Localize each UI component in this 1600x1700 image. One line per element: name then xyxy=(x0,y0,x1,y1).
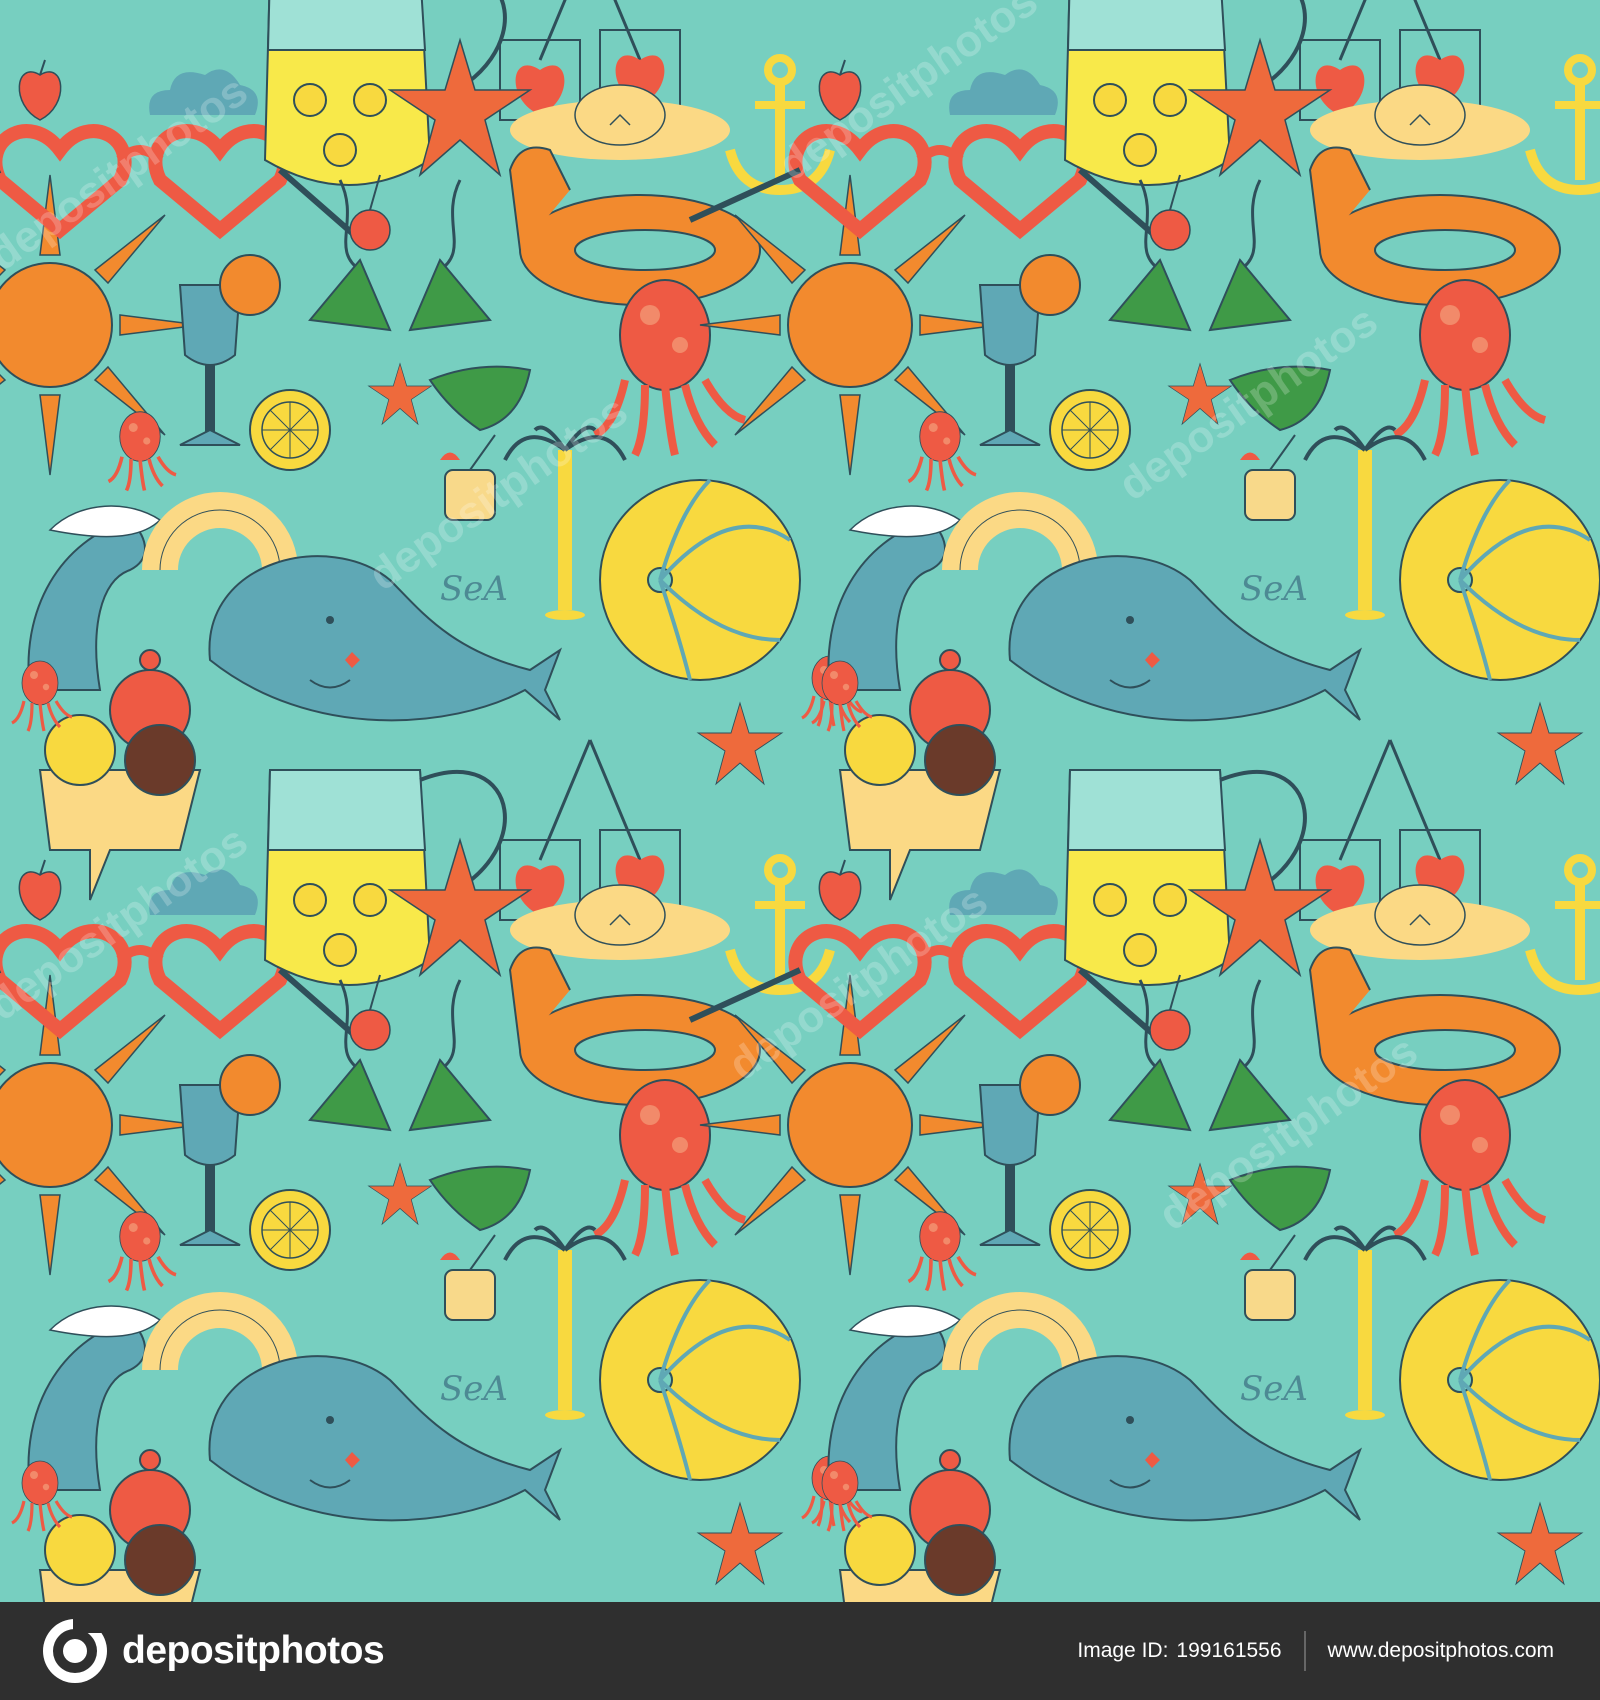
depositphotos-logo-icon xyxy=(43,1619,107,1683)
footer-info: Image ID: 199161556 www.depositphotos.co… xyxy=(1077,1631,1554,1671)
whale-text: SeA xyxy=(1240,569,1308,609)
footer-divider xyxy=(1303,1631,1306,1671)
image-id-value: 199161556 xyxy=(1176,1639,1282,1662)
site-url-link[interactable]: www.depositphotos.com xyxy=(1328,1639,1554,1663)
summer-pattern: SeA SeA SeA SeA xyxy=(0,0,1600,1602)
whale-text: SeA xyxy=(1240,1369,1308,1409)
image-id-label: Image ID: xyxy=(1077,1639,1169,1662)
brand[interactable]: depositphotos xyxy=(40,1616,385,1686)
brand-name: depositphotos xyxy=(122,1629,385,1672)
footer-bar: depositphotos Image ID: 199161556 www.de… xyxy=(0,1602,1600,1700)
whale-text: SeA xyxy=(440,1369,508,1409)
whale-text: SeA xyxy=(440,569,508,609)
